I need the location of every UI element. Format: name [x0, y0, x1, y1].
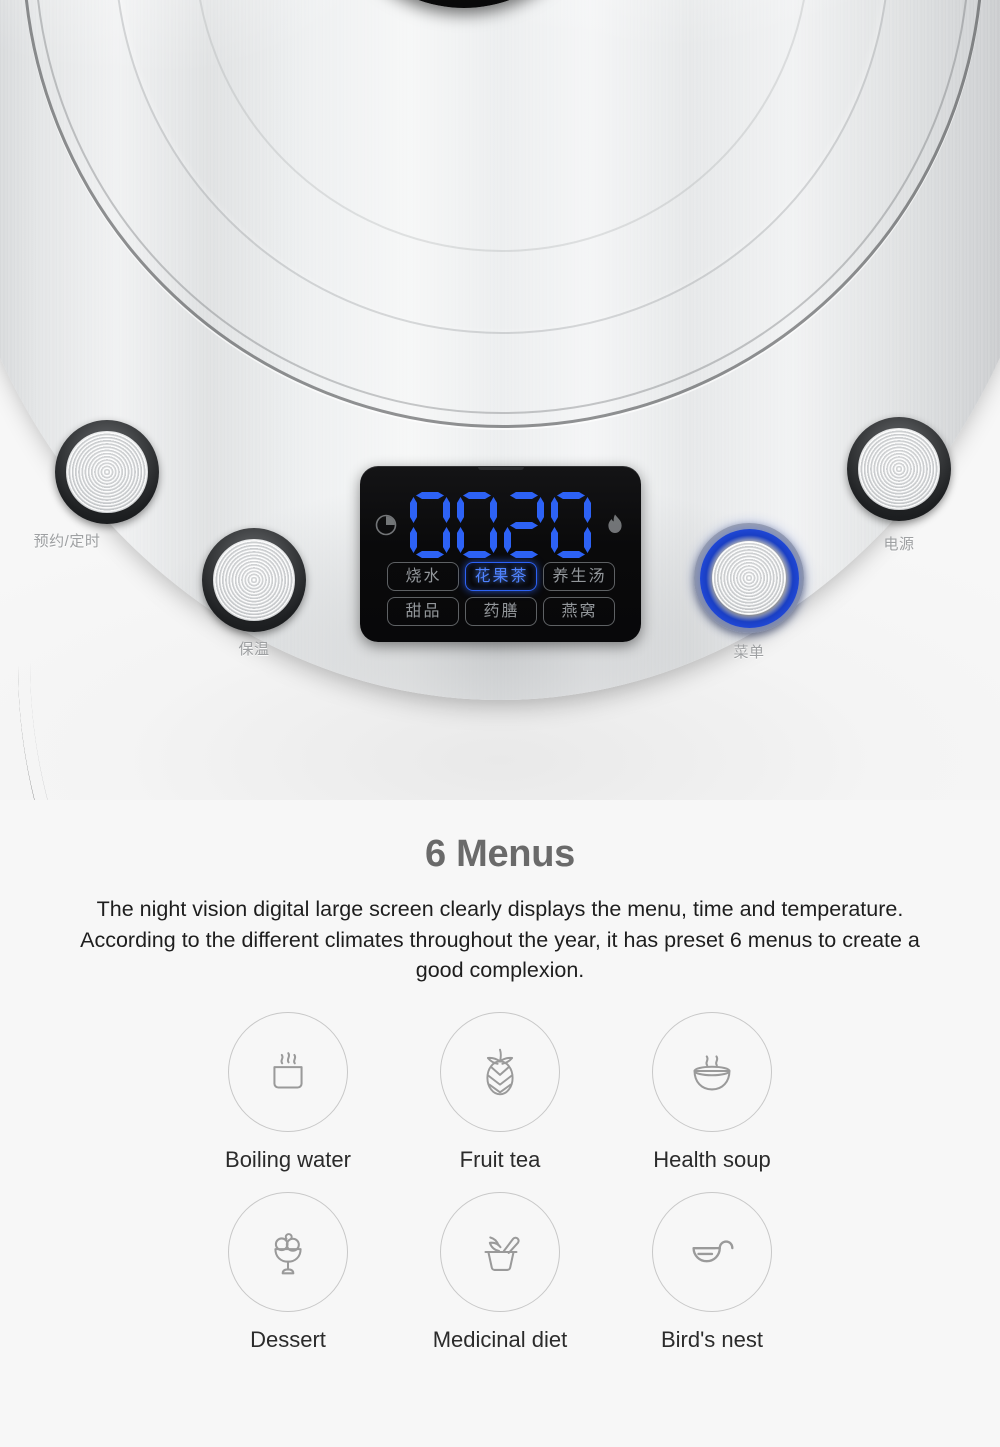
lcd-digit-3	[550, 492, 592, 558]
segment-a	[416, 492, 444, 499]
keep-warm-button-label: 保温	[238, 641, 270, 658]
keep-warm-button-face	[213, 539, 295, 621]
lcd-digit-1	[456, 492, 498, 558]
power-button[interactable]	[847, 417, 951, 521]
segment-c	[537, 527, 544, 553]
lcd-menu-chip: 甜品	[386, 597, 459, 626]
lcd-menu-chip-grid: 烧水 花果茶 养生汤 甜品 药膳 燕窝	[360, 562, 641, 626]
segment-f	[551, 497, 558, 523]
timer-button[interactable]	[55, 420, 159, 524]
feature-item: Dessert	[182, 1192, 394, 1353]
segment-b	[537, 497, 544, 523]
feature-item: Boiling water	[182, 1012, 394, 1173]
feature-item: Medicinal diet	[394, 1192, 606, 1353]
segment-c	[490, 527, 497, 553]
menu-button[interactable]	[694, 523, 804, 633]
timer-button-label: 预约/定时	[33, 533, 101, 550]
ladle-icon	[652, 1192, 772, 1312]
lcd-menu-row-0: 烧水 花果茶 养生汤	[386, 562, 615, 591]
lcd-digit-group	[409, 492, 592, 558]
segment-a	[557, 492, 585, 499]
segment-g	[557, 522, 585, 529]
lcd-menu-chip: 养生汤	[542, 562, 615, 591]
segment-d	[463, 551, 491, 558]
lcd-digit-2	[503, 492, 545, 558]
clock-icon	[373, 512, 399, 538]
lcd-menu-row-1: 甜品 药膳 燕窝	[386, 597, 615, 626]
feature-item: Health soup	[606, 1012, 818, 1173]
segment-d	[510, 551, 538, 558]
menu-button-label: 菜单	[733, 644, 765, 661]
lcd-display-panel[interactable]: 烧水 花果茶 养生汤 甜品 药膳 燕窝	[360, 466, 641, 642]
product-photo: 预约/定时 保温 菜单 电源 烧水 花果茶 养生汤 甜品 药膳 燕窝	[0, 0, 1000, 800]
segment-b	[490, 497, 497, 523]
segment-e	[551, 527, 558, 553]
segment-g	[510, 522, 538, 529]
segment-c	[584, 527, 591, 553]
feature-label: Fruit tea	[459, 1147, 541, 1172]
flame-icon	[602, 512, 628, 538]
soup-bowl-icon	[652, 1012, 772, 1132]
segment-e	[410, 527, 417, 553]
lcd-menu-chip: 烧水	[386, 562, 459, 591]
feature-label: Medicinal diet	[432, 1327, 568, 1352]
segment-e	[504, 527, 511, 553]
segment-f	[504, 497, 511, 523]
segment-a	[463, 492, 491, 499]
lcd-notch	[477, 466, 524, 470]
mortar-pestle-icon	[440, 1192, 560, 1312]
dessert-cup-icon	[228, 1192, 348, 1312]
copy-block: 6 Menus The night vision digital large s…	[0, 800, 1000, 986]
power-button-label: 电源	[883, 536, 915, 553]
feature-row-1: Dessert Medicinal diet Bird's nest	[0, 1192, 1000, 1353]
segment-b	[584, 497, 591, 523]
lcd-menu-chip: 燕窝	[542, 597, 615, 626]
timer-button-face	[66, 431, 148, 513]
segment-f	[410, 497, 417, 523]
keep-warm-button[interactable]	[202, 528, 306, 632]
description-text: The night vision digital large screen cl…	[80, 897, 920, 983]
feature-row-0: Boiling water Fruit tea Health soup	[0, 1012, 1000, 1173]
segment-d	[557, 551, 585, 558]
feature-item: Bird's nest	[606, 1192, 818, 1353]
power-button-face	[858, 428, 940, 510]
segment-d	[416, 551, 444, 558]
feature-icon-grid: Boiling water Fruit tea Health soup Dessert…	[0, 1012, 1000, 1353]
pineapple-icon	[440, 1012, 560, 1132]
segment-g	[463, 522, 491, 529]
lcd-readout-row	[360, 488, 641, 562]
boiling-water-icon	[228, 1012, 348, 1132]
feature-label: Health soup	[653, 1147, 771, 1172]
lcd-menu-chip: 药膳	[464, 597, 537, 626]
segment-g	[416, 522, 444, 529]
feature-label: Dessert	[250, 1327, 326, 1352]
segment-a	[510, 492, 538, 499]
segment-b	[443, 497, 450, 523]
feature-item: Fruit tea	[394, 1012, 606, 1173]
page-title: 6 Menus	[425, 833, 575, 875]
feature-label: Bird's nest	[660, 1327, 764, 1352]
feature-label: Boiling water	[225, 1147, 351, 1172]
lcd-menu-chip-active: 花果茶	[464, 562, 537, 591]
segment-f	[457, 497, 464, 523]
lcd-digit-0	[409, 492, 451, 558]
segment-c	[443, 527, 450, 553]
segment-e	[457, 527, 464, 553]
